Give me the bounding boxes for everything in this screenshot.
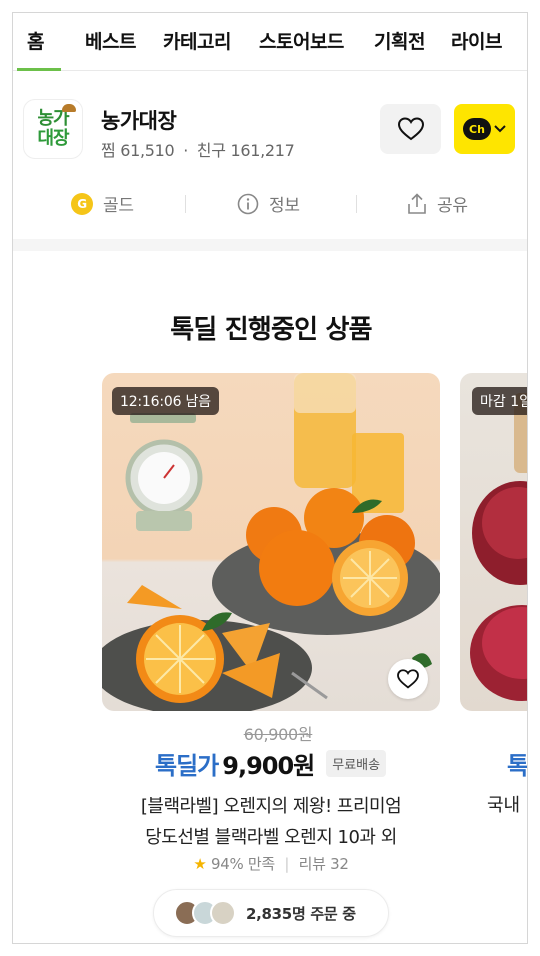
logo-hat-icon [62, 104, 76, 112]
tab-storeboard[interactable]: 스토어보드 [259, 27, 344, 54]
tab-category[interactable]: 카테고리 [163, 27, 231, 54]
friend-count: 161,217 [230, 141, 295, 160]
heart-outline-icon [397, 669, 419, 689]
gold-button[interactable]: G 골드 [71, 191, 134, 216]
star-icon: ★ [193, 855, 207, 873]
info-icon [237, 193, 259, 215]
section-title: 톡딜 진행중인 상품 [170, 315, 372, 345]
store-action-row: G 골드 정보 공유 [13, 183, 527, 223]
review-count: 리뷰 32 [298, 855, 349, 873]
deal-label: 톡딜가 [155, 752, 219, 780]
kakao-channel-button[interactable]: Ch [454, 104, 515, 154]
free-shipping-badge: 무료배송 [326, 750, 387, 777]
avatar [210, 900, 236, 926]
tab-home[interactable]: 홈 [27, 27, 44, 54]
heart-outline-icon [397, 117, 424, 141]
orders-count-pill: 2,835명 주문 중 [153, 889, 389, 937]
original-price: 60,900원 [13, 721, 527, 745]
stats-separator: · [183, 141, 188, 160]
zzim-count: 61,510 [120, 141, 175, 160]
info-label: 정보 [269, 196, 300, 216]
orange-scene-illustration [102, 373, 440, 711]
gold-coin-icon: G [71, 192, 93, 215]
action-divider [185, 195, 186, 213]
orders-count-text: 2,835명 주문 중 [246, 904, 356, 923]
tab-exhibition[interactable]: 기획전 [374, 27, 425, 54]
product-title[interactable]: [블랙라벨] 오렌지의 제왕! 프리미엄 당도선별 블랙라벨 오렌지 10과 외 [102, 791, 440, 853]
next-deal-label: 톡 [507, 752, 528, 780]
store-like-button[interactable] [380, 104, 441, 154]
gold-label: 골드 [103, 196, 134, 216]
deal-price-row: 톡딜가 9,900원 무료배송 [155, 746, 387, 781]
store-name[interactable]: 농가대장 [101, 105, 177, 135]
rating-row: ★ 94% 만족 | 리뷰 32 [13, 853, 527, 874]
product-image[interactable]: 12:16:06 남음 [102, 373, 440, 711]
store-logo[interactable]: 농가 대장 [23, 99, 83, 159]
satisfaction-rate: 94% 만족 [211, 855, 275, 873]
deal-timer-badge-next: 마감 1일 [472, 387, 527, 415]
logo-text-line2: 대장 [37, 128, 69, 149]
friend-label: 친구 [196, 141, 226, 160]
beet-illustration [470, 393, 527, 701]
info-button[interactable]: 정보 [237, 191, 300, 216]
product-favorite-button[interactable] [388, 659, 428, 699]
share-label: 공유 [437, 196, 468, 216]
share-icon [407, 192, 427, 215]
zzim-label: 찜 [101, 141, 116, 160]
chevron-down-icon [494, 125, 506, 133]
store-stats: 찜 61,510 · 친구 161,217 [101, 137, 295, 161]
tab-best[interactable]: 베스트 [85, 27, 136, 54]
tab-live[interactable]: 라이브 [451, 27, 502, 54]
product-image-next[interactable]: 마감 1일 [460, 373, 527, 711]
app-frame: 홈 베스트 카테고리 스토어보드 기획전 라이브 농가 대장 농가대장 찜 61… [12, 12, 528, 944]
original-price-value: 60,900원 [243, 725, 313, 744]
share-button[interactable]: 공유 [407, 191, 468, 216]
active-tab-indicator [17, 68, 61, 71]
next-product-title[interactable]: 국내 [487, 791, 520, 817]
product-title-line2: 당도선별 블랙라벨 오렌지 10과 외 [145, 827, 397, 848]
section-separator [13, 239, 527, 251]
top-nav: 홈 베스트 카테고리 스토어보드 기획전 라이브 [13, 13, 527, 71]
action-divider [356, 195, 357, 213]
buyer-avatars [174, 900, 236, 926]
channel-bubble-icon: Ch [463, 118, 491, 140]
product-title-line1: [블랙라벨] 오렌지의 제왕! 프리미엄 [140, 796, 402, 817]
rating-separator: | [284, 855, 290, 873]
logo-text-line1: 농가 [37, 108, 69, 129]
deal-price: 9,900원 [222, 752, 315, 780]
deal-timer-badge: 12:16:06 남음 [112, 387, 219, 415]
